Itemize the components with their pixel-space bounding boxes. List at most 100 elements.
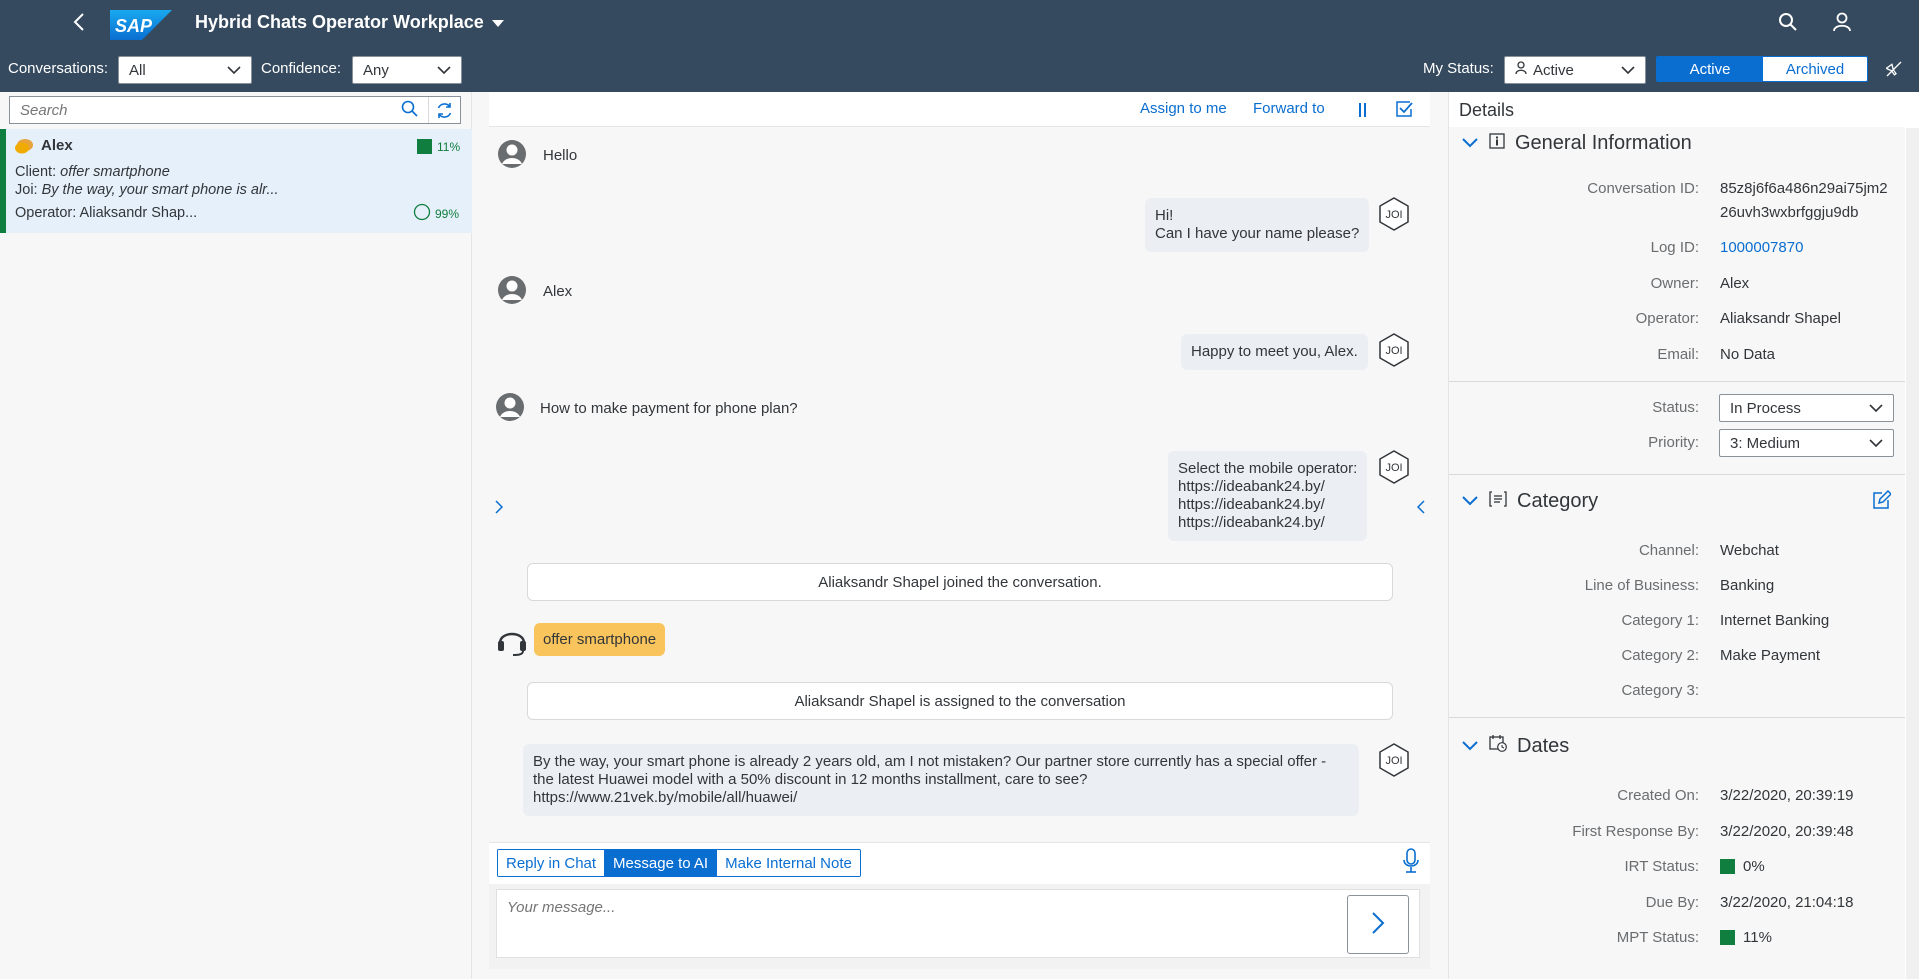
- refresh-icon[interactable]: [428, 97, 460, 123]
- priority-select[interactable]: 3: Medium: [1719, 429, 1894, 457]
- status-label: Status:: [1652, 399, 1699, 416]
- info-icon: [1489, 132, 1505, 155]
- bot-message-link[interactable]: https://ideabank24.by/: [1178, 496, 1357, 514]
- chevron-down-icon: [1461, 132, 1479, 155]
- svg-text:JOI: JOI: [1385, 755, 1402, 767]
- svg-text:JOI: JOI: [1385, 209, 1402, 221]
- search-field[interactable]: [9, 96, 461, 124]
- chat-panel: Assign to me Forward to Hello Hi! Can I …: [489, 92, 1430, 979]
- conversation-id-value-cont: 26uvh3wxbrfggju9db: [1720, 204, 1859, 221]
- assign-to-me-link[interactable]: Assign to me: [1140, 100, 1227, 117]
- back-icon[interactable]: [68, 10, 92, 34]
- joi-text: By the way, your smart phone is alr...: [41, 182, 279, 198]
- chevron-down-icon: [227, 62, 241, 79]
- forward-to-link[interactable]: Forward to: [1253, 100, 1325, 117]
- expand-right-icon[interactable]: [1416, 499, 1426, 519]
- general-information-title: General Information: [1515, 132, 1692, 154]
- bot-message: By the way, your smart phone is already …: [523, 744, 1359, 816]
- toggle-active-button[interactable]: Active: [1657, 57, 1763, 81]
- owner-label: Owner:: [1650, 275, 1699, 292]
- progress-pct: 99%: [435, 206, 460, 221]
- log-id-label: Log ID:: [1650, 239, 1699, 256]
- category-2-value: Make Payment: [1720, 647, 1821, 664]
- expand-left-icon[interactable]: [494, 499, 504, 519]
- tab-reply-in-chat[interactable]: Reply in Chat: [498, 850, 606, 876]
- client-message: Alex: [543, 283, 573, 300]
- chevron-down-icon: [1461, 735, 1479, 758]
- status-square: [417, 139, 432, 154]
- calendar-clock-icon: [1489, 734, 1507, 758]
- bot-message-link[interactable]: https://ideabank24.by/: [1178, 478, 1357, 496]
- search-input[interactable]: [10, 101, 401, 119]
- general-information-header[interactable]: General Information: [1461, 132, 1692, 155]
- email-value: No Data: [1720, 346, 1776, 363]
- conversation-id-value: 85z8j6f6a486n29ai75jm2: [1720, 180, 1888, 197]
- search-icon[interactable]: [401, 100, 418, 121]
- tab-make-internal-note[interactable]: Make Internal Note: [717, 850, 860, 876]
- client-message: Hello: [543, 147, 578, 164]
- progress-indicator: 99%: [413, 203, 459, 224]
- system-message: Aliaksandr Shapel joined the conversatio…: [527, 563, 1393, 601]
- microphone-icon[interactable]: [1402, 848, 1420, 878]
- details-scrollbar[interactable]: [1906, 128, 1919, 979]
- details-panel: Details General Information Conversation…: [1448, 92, 1919, 979]
- send-button[interactable]: [1347, 895, 1409, 954]
- category-2-label: Category 2:: [1621, 647, 1699, 664]
- compose-mode-tabs: Reply in Chat Message to AI Make Interna…: [497, 849, 861, 877]
- bot-message-link[interactable]: https://ideabank24.by/: [1178, 514, 1357, 532]
- category-3-label: Category 3:: [1621, 682, 1699, 699]
- operator-value: Aliaksandr Shapel: [1720, 310, 1841, 327]
- chevron-down-icon: [1461, 490, 1479, 513]
- category-header[interactable]: Category: [1461, 490, 1598, 513]
- my-status-select[interactable]: Active: [1504, 56, 1646, 84]
- joi-bot-icon: JOI: [1378, 743, 1410, 777]
- sap-logo[interactable]: SAP: [110, 10, 172, 40]
- active-archived-toggle: Active Archived: [1656, 56, 1868, 82]
- joi-bot-icon: JOI: [1378, 197, 1410, 231]
- status-square: [1720, 859, 1735, 874]
- irt-status-value: 0%: [1720, 858, 1765, 875]
- client-avatar-icon: [495, 392, 527, 424]
- chevron-right-icon: [1371, 911, 1385, 939]
- conversation-list-item[interactable]: Alex 11% Client: offer smartphone Joi: B…: [0, 129, 472, 233]
- bot-message-line: Can I have your name please?: [1155, 225, 1360, 242]
- line-of-business-value: Banking: [1720, 577, 1775, 594]
- edit-icon[interactable]: [1871, 489, 1893, 514]
- message-input[interactable]: [497, 890, 1337, 957]
- svg-text:JOI: JOI: [1385, 462, 1402, 474]
- client-text: offer smartphone: [60, 164, 170, 180]
- first-response-value: 3/22/2020, 20:39:48: [1720, 823, 1854, 840]
- toggle-archived-button[interactable]: Archived: [1763, 57, 1867, 81]
- conversation-name: Alex: [41, 137, 73, 154]
- system-message: Aliaksandr Shapel is assigned to the con…: [527, 682, 1393, 720]
- complete-checkbox-icon[interactable]: [1395, 100, 1413, 122]
- conversation-list-panel: Alex 11% Client: offer smartphone Joi: B…: [0, 92, 472, 979]
- mpt-status-label: MPT Status:: [1616, 929, 1699, 946]
- clear-filter-icon[interactable]: [1884, 61, 1902, 81]
- pause-icon[interactable]: [1357, 102, 1369, 122]
- bot-message-line: Select the mobile operator:: [1178, 460, 1358, 477]
- caret-down-icon: [491, 12, 504, 33]
- conversations-select[interactable]: All: [118, 56, 252, 84]
- confidence-label: Confidence:: [261, 60, 342, 77]
- created-on-value: 3/22/2020, 20:39:19: [1720, 787, 1854, 804]
- log-id-link[interactable]: 1000007870: [1720, 239, 1803, 256]
- search-icon[interactable]: [1778, 12, 1798, 36]
- app-title[interactable]: Hybrid Chats Operator Workplace: [195, 12, 504, 33]
- operator-headset-icon: [495, 623, 529, 661]
- client-avatar-icon: [497, 139, 529, 171]
- tab-message-to-ai[interactable]: Message to AI: [605, 850, 718, 876]
- user-icon[interactable]: [1832, 12, 1852, 36]
- filter-toolbar: Conversations: All Confidence: Any My St…: [0, 45, 1919, 92]
- dates-header[interactable]: Dates: [1461, 734, 1569, 758]
- bot-message-link[interactable]: https://www.21vek.by/mobile/all/huawei/: [533, 789, 1349, 807]
- category-1-label: Category 1:: [1621, 612, 1699, 629]
- confidence-select[interactable]: Any: [352, 56, 462, 84]
- mpt-status-value: 11%: [1720, 929, 1772, 946]
- bot-message-line: By the way, your smart phone is already …: [533, 753, 1327, 770]
- confidence-select-value: Any: [363, 61, 389, 79]
- bot-message-line: the latest Huawei model with a 50% disco…: [533, 771, 1088, 788]
- status-select[interactable]: In Process: [1719, 394, 1894, 422]
- section-divider: [1449, 717, 1905, 718]
- person-icon: [1515, 61, 1527, 79]
